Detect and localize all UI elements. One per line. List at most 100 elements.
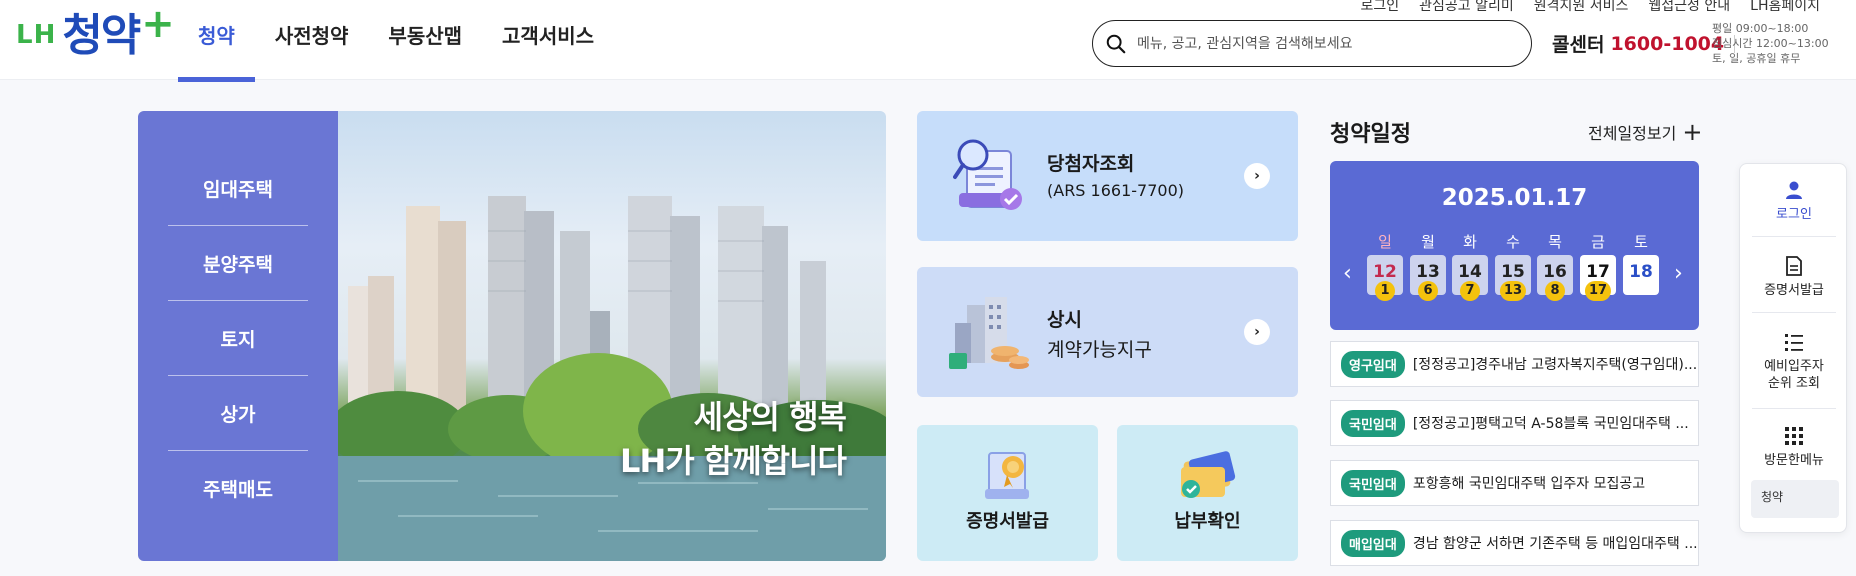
util-accessibility-link[interactable]: 웹접근성 안내 <box>1648 0 1730 14</box>
user-icon <box>1786 181 1802 199</box>
hours-weekday: 평일 09:00~18:00 <box>1712 22 1809 35</box>
weekday-fri: 금 <box>1591 233 1605 251</box>
notice-item[interactable]: 매입임대 경남 함양군 서하면 기존주택 등 매입임대주택 ... <box>1330 520 1699 566</box>
day-number: 13 <box>1416 262 1440 282</box>
calendar-day[interactable]: 14 7 <box>1452 255 1488 301</box>
calendar-day[interactable]: 12 1 <box>1367 255 1403 301</box>
calendar-day[interactable]: 16 8 <box>1537 255 1573 301</box>
util-alert-link[interactable]: 관심공고 알리미 <box>1419 0 1514 14</box>
callcenter-label: 콜센터 <box>1552 34 1605 56</box>
document-icon <box>1786 256 1802 276</box>
weekday-mon: 월 <box>1421 233 1435 251</box>
quick-divider <box>1752 236 1836 237</box>
contract-subtitle: 계약가능지구 <box>1047 339 1152 361</box>
menu-house-sale[interactable]: 주택매도 <box>168 451 308 526</box>
nav-pre-subscription[interactable]: 사전청약 <box>255 0 369 80</box>
day-number: 17 <box>1586 262 1610 282</box>
schedule-title: 청약일정 <box>1330 122 1411 147</box>
day-number: 18 <box>1629 262 1653 282</box>
weekday-wed: 수 <box>1506 233 1520 251</box>
quick-menu-bar: 로그인 증명서발급 예비입주자 순위 조회 방문한메뉴 청약 <box>1739 163 1847 533</box>
banner-line2: LH가 함께합니다 <box>620 442 847 480</box>
hours-lunch: 점심시간 12:00~13:00 <box>1712 37 1829 50</box>
notice-item[interactable]: 국민임대 [정정공고]평택고덕 A-58블록 국민임대주택 ... <box>1330 400 1699 446</box>
day-count-badge: 8 <box>1545 281 1565 301</box>
day-number: 14 <box>1458 262 1482 282</box>
calendar-prev-icon[interactable]: ‹ <box>1343 261 1352 286</box>
quick-waitlist-rank[interactable]: 예비입주자 순위 조회 <box>1740 332 1848 392</box>
chevron-right-icon[interactable]: › <box>1244 163 1270 189</box>
quick-login-label: 로그인 <box>1776 207 1812 222</box>
util-login-link[interactable]: 로그인 <box>1361 0 1400 14</box>
quick-certificate[interactable]: 증명서발급 <box>1740 256 1848 299</box>
calendar-day[interactable]: 18 <box>1623 255 1659 295</box>
winner-ars: (ARS 1661-7700) <box>1047 181 1184 200</box>
search-icon[interactable] <box>1105 33 1127 55</box>
notice-title: [정정공고]경주내남 고령자복지주택(영구임대)... <box>1412 357 1698 373</box>
certificate-card[interactable]: 증명서발급 <box>917 425 1098 561</box>
day-count-badge: 13 <box>1499 281 1527 301</box>
lh-logo[interactable]: LH 청약 + <box>16 4 175 62</box>
side-category-menu: 임대주택 분양주택 토지 상가 주택매도 <box>138 111 338 561</box>
menu-rental-housing[interactable]: 임대주택 <box>168 151 308 226</box>
banner-line1: 세상의 행복 <box>693 398 847 436</box>
notice-title: [정정공고]평택고덕 A-58블록 국민임대주택 ... <box>1412 416 1689 432</box>
calendar-next-icon[interactable]: › <box>1674 261 1683 286</box>
payment-check-card[interactable]: 납부확인 <box>1117 425 1298 561</box>
buildings-coins-icon <box>949 297 1029 369</box>
logo-plus: + <box>141 1 175 47</box>
notice-title: 포항흥해 국민임대주택 입주자 모집공고 <box>1412 476 1646 492</box>
notice-title: 경남 함양군 서하면 기존주택 등 매입임대주택 ... <box>1412 536 1698 552</box>
menu-commercial[interactable]: 상가 <box>168 376 308 451</box>
callcenter-number[interactable]: 1600-1004 <box>1610 33 1724 55</box>
banner-slogan: 세상의 행복 LH가 함께합니다 <box>620 395 847 483</box>
search-input[interactable] <box>1137 35 1517 52</box>
nav-realestate-map[interactable]: 부동산맵 <box>368 0 482 80</box>
contract-title: 상시 <box>1047 309 1082 331</box>
apartment-scene-image <box>338 196 886 561</box>
utility-links: 로그인 관심공고 알리미 원격지원 서비스 웹접근성 안내 LH홈페이지 <box>1361 0 1820 14</box>
weekday-tue: 화 <box>1463 233 1477 251</box>
quick-visited-label: 방문한메뉴 <box>1764 453 1824 468</box>
list-icon <box>1785 334 1803 351</box>
logo-main: 청약 <box>62 10 141 61</box>
calendar-day[interactable]: 13 6 <box>1410 255 1446 301</box>
grid-icon <box>1785 427 1803 445</box>
notice-item[interactable]: 국민임대 포항흥해 국민임대주택 입주자 모집공고 <box>1330 460 1699 506</box>
weekday-sat: 토 <box>1634 233 1648 251</box>
quick-waitlist-label: 예비입주자 순위 조회 <box>1764 359 1824 391</box>
notice-type-badge: 국민임대 <box>1341 409 1405 437</box>
quick-certificate-label: 증명서발급 <box>1764 283 1824 298</box>
main-banner[interactable]: 세상의 행복 LH가 함께합니다 <box>338 111 886 561</box>
menu-land[interactable]: 토지 <box>168 301 308 376</box>
day-count-badge: 7 <box>1460 281 1480 301</box>
contract-district-card[interactable]: 상시 계약가능지구 › <box>917 267 1298 397</box>
nav-cheongyak[interactable]: 청약 <box>178 0 255 82</box>
util-lh-home-link[interactable]: LH홈페이지 <box>1750 0 1820 14</box>
calendar-day[interactable]: 15 13 <box>1495 255 1531 301</box>
notice-type-badge: 영구임대 <box>1341 350 1405 378</box>
quick-login[interactable]: 로그인 <box>1740 180 1848 223</box>
day-number: 15 <box>1501 262 1525 282</box>
menu-sale-housing[interactable]: 분양주택 <box>168 226 308 301</box>
main-nav: 청약 사전청약 부동산맵 고객서비스 <box>178 0 614 82</box>
recent-menu-tag[interactable]: 청약 <box>1751 480 1839 518</box>
document-search-icon <box>953 139 1022 210</box>
header: LH 청약 + 청약 사전청약 부동산맵 고객서비스 로그인 관심공고 알리미 … <box>0 0 1856 82</box>
nav-customer-service[interactable]: 고객서비스 <box>482 0 614 80</box>
day-number: 12 <box>1373 262 1397 282</box>
day-number: 16 <box>1543 262 1567 282</box>
chevron-right-icon[interactable]: › <box>1244 319 1270 345</box>
certificate-icon <box>985 452 1029 499</box>
weekday-thu: 목 <box>1548 233 1562 251</box>
util-remote-link[interactable]: 원격지원 서비스 <box>1534 0 1629 14</box>
notice-type-badge: 국민임대 <box>1341 469 1405 497</box>
notice-item[interactable]: 영구임대 [정정공고]경주내남 고령자복지주택(영구임대)... <box>1330 341 1699 387</box>
winner-lookup-card[interactable]: 당첨자조회 (ARS 1661-7700) › <box>917 111 1298 241</box>
day-count-badge: 1 <box>1375 281 1395 301</box>
logo-lh: LH <box>16 20 57 50</box>
calendar-day-selected[interactable]: 17 17 <box>1580 255 1616 301</box>
schedule-calendar: 2025.01.17 일 월 화 수 목 금 토 ‹ › 12 1 13 6 1… <box>1330 161 1699 330</box>
quick-visited-menu[interactable]: 방문한메뉴 <box>1740 426 1848 469</box>
view-all-schedule-link[interactable]: 전체일정보기 + <box>1588 120 1702 144</box>
